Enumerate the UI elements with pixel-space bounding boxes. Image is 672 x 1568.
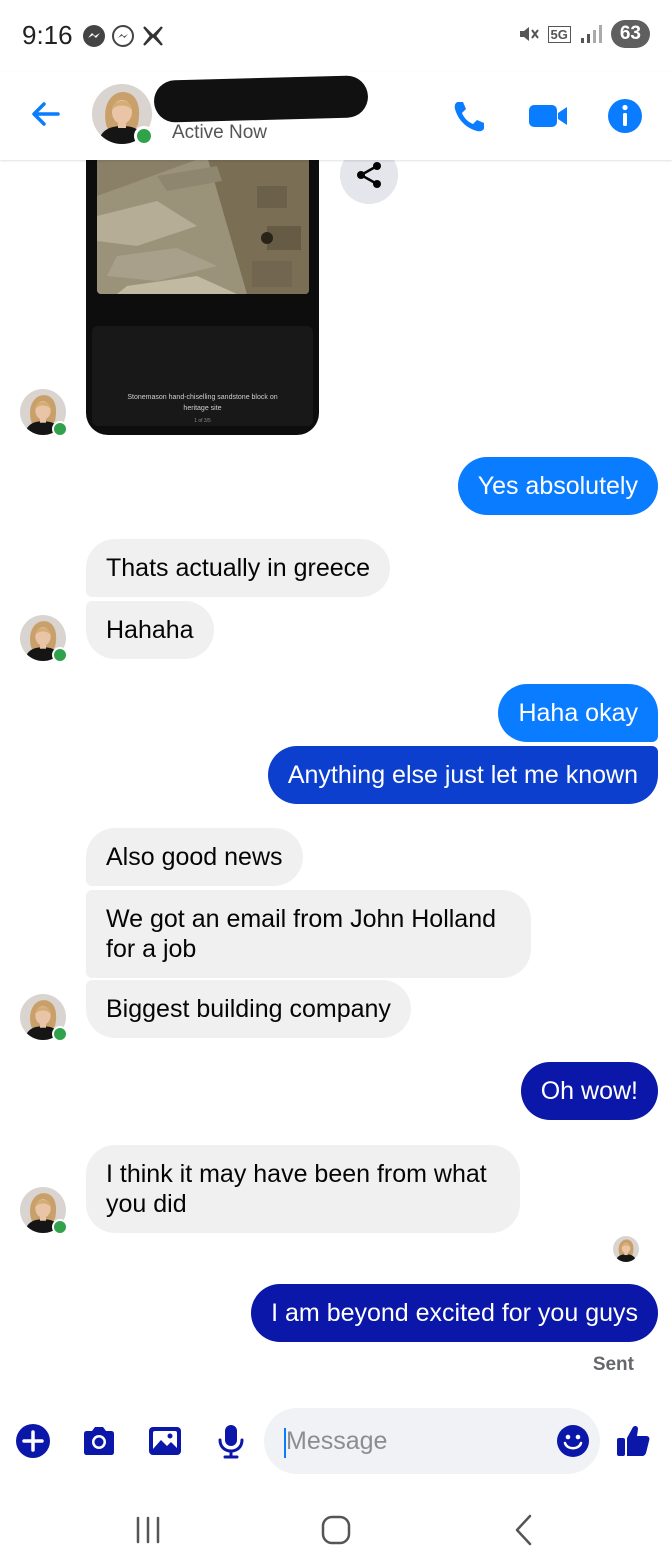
image-counter: 1 of 3/5 — [194, 418, 211, 424]
online-indicator — [134, 126, 154, 146]
video-camera-icon[interactable] — [526, 96, 570, 136]
online-indicator — [52, 647, 68, 663]
messenger-icon — [83, 25, 105, 47]
info-icon[interactable] — [605, 96, 645, 136]
messenger-outline-icon — [112, 25, 134, 47]
online-indicator — [52, 421, 68, 437]
system-nav-bar — [0, 1484, 672, 1568]
image-caption: Stonemason hand-chiselling sandstone blo… — [127, 394, 278, 412]
microphone-icon[interactable] — [212, 1422, 250, 1460]
incoming-message[interactable]: Biggest building company — [86, 980, 411, 1038]
incoming-message[interactable]: Hahaha — [86, 601, 214, 659]
seen-receipt-avatar — [613, 1236, 639, 1262]
outgoing-message[interactable]: Haha okay — [498, 684, 658, 742]
online-indicator — [52, 1219, 68, 1235]
shared-photo — [97, 156, 309, 294]
outgoing-message[interactable]: Yes absolutely — [457, 457, 658, 515]
redacted-contact-name — [153, 75, 369, 123]
incoming-message[interactable]: I think it may have been from what you d… — [86, 1145, 520, 1233]
online-indicator — [52, 1026, 68, 1042]
shared-image-card[interactable]: Stonemason hand-chiselling sandstone blo… — [86, 156, 319, 435]
outgoing-message[interactable]: Anything else just let me known — [267, 746, 658, 804]
signal-icon — [580, 25, 602, 43]
message-input[interactable]: Message — [264, 1408, 600, 1474]
home-icon[interactable] — [316, 1510, 356, 1550]
nav-back-icon[interactable] — [504, 1510, 544, 1550]
status-time: 9:16 — [22, 20, 73, 50]
delivery-status: Sent — [592, 1354, 634, 1375]
message-composer: Message — [0, 1400, 672, 1484]
mute-icon — [519, 27, 539, 41]
camera-icon[interactable] — [80, 1422, 118, 1460]
active-status: Active Now — [172, 122, 268, 143]
incoming-message[interactable]: Also good news — [86, 828, 303, 886]
back-arrow-icon[interactable] — [28, 96, 64, 132]
x-logo-icon — [143, 26, 163, 46]
incoming-message[interactable]: Thats actually in greece — [86, 539, 391, 597]
thumbs-up-icon[interactable] — [614, 1422, 652, 1460]
phone-icon[interactable] — [450, 96, 490, 136]
outgoing-message[interactable]: I am beyond excited for you guys — [251, 1284, 658, 1342]
incoming-message[interactable]: We got an email from John Holland for a … — [86, 890, 531, 978]
emoji-icon[interactable] — [556, 1424, 590, 1458]
battery-indicator: 63 — [610, 20, 650, 48]
status-bar: 9:16 5G 63 — [0, 0, 672, 72]
message-placeholder: Message — [286, 1427, 388, 1455]
outgoing-message[interactable]: Oh wow! — [520, 1062, 658, 1120]
gallery-icon[interactable] — [146, 1422, 184, 1460]
plus-icon[interactable] — [14, 1422, 52, 1460]
chat-header: Active Now — [0, 72, 672, 160]
recents-icon[interactable] — [128, 1510, 168, 1550]
network-type: 5G — [547, 25, 571, 43]
